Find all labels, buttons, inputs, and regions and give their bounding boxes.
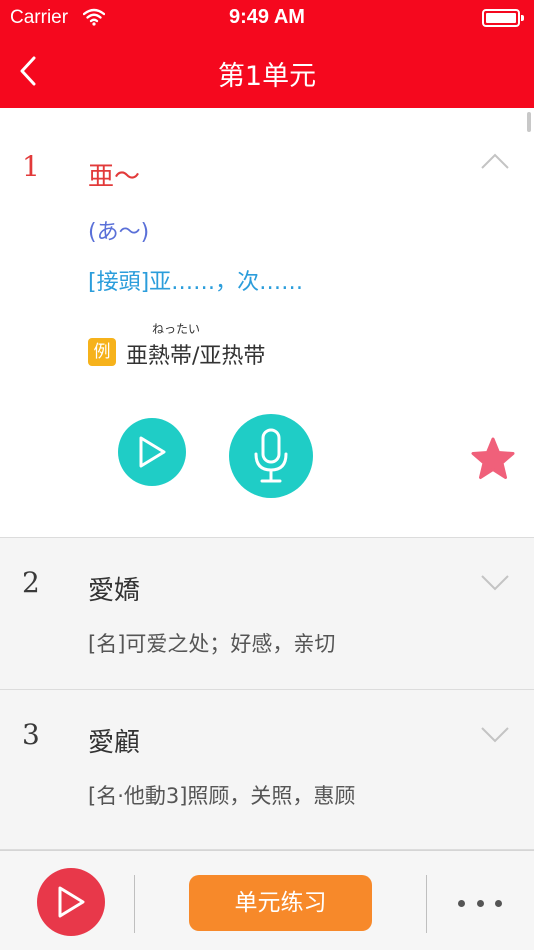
entry-number: 3 — [22, 718, 40, 751]
header: Carrier 9:49 AM 第1单元 — [0, 0, 534, 108]
list-item[interactable]: 1 亜～ (あ～) [接頭]亚……，次…… 例 ねったい 亜熱帯/亚热带 — [0, 108, 534, 538]
chevron-down-icon[interactable] — [480, 574, 510, 592]
entry-meaning: [名]可爱之处；好感，亲切 — [88, 632, 336, 656]
page-title: 第1单元 — [217, 61, 317, 92]
play-icon — [139, 436, 166, 468]
battery-icon — [482, 9, 524, 27]
status-time: 9:49 AM — [229, 6, 305, 28]
example-badge: 例 — [88, 338, 116, 366]
chevron-up-icon[interactable] — [480, 152, 510, 170]
microphone-icon — [254, 428, 288, 483]
list-item[interactable]: 2 愛嬌 [名]可爱之处；好感，亲切 — [0, 538, 534, 690]
unit-practice-button[interactable]: 单元练习 — [189, 875, 372, 931]
entry-number: 2 — [22, 566, 40, 599]
star-icon[interactable] — [470, 436, 516, 482]
more-dots-icon[interactable] — [452, 891, 508, 915]
divider — [426, 875, 427, 933]
record-button[interactable] — [229, 414, 313, 498]
entry-word: 愛嬌 — [88, 576, 141, 606]
nav-bar: 第1单元 — [0, 38, 534, 108]
play-icon — [58, 886, 85, 918]
entry-word: 愛顧 — [88, 728, 141, 758]
play-audio-button[interactable] — [118, 418, 186, 486]
divider — [134, 875, 135, 933]
list-item[interactable]: 3 愛顧 [名·他動3]照顾，关照，惠顾 — [0, 690, 534, 850]
example-text: 亜熱帯/亚热带 — [126, 344, 266, 369]
play-all-button[interactable] — [37, 868, 105, 936]
bottom-toolbar: 单元练习 — [0, 850, 534, 950]
entry-meaning: [接頭]亚……，次…… — [88, 270, 304, 295]
entry-word: 亜～ — [88, 162, 141, 192]
status-bar: Carrier 9:49 AM — [0, 0, 534, 38]
entry-reading: (あ～) — [88, 220, 150, 245]
entry-meaning: [名·他動3]照顾，关照，惠顾 — [88, 784, 356, 808]
scrollbar[interactable] — [527, 112, 531, 132]
entry-number: 1 — [22, 150, 40, 183]
chevron-down-icon[interactable] — [480, 726, 510, 744]
example-furigana: ねったい — [152, 322, 201, 336]
